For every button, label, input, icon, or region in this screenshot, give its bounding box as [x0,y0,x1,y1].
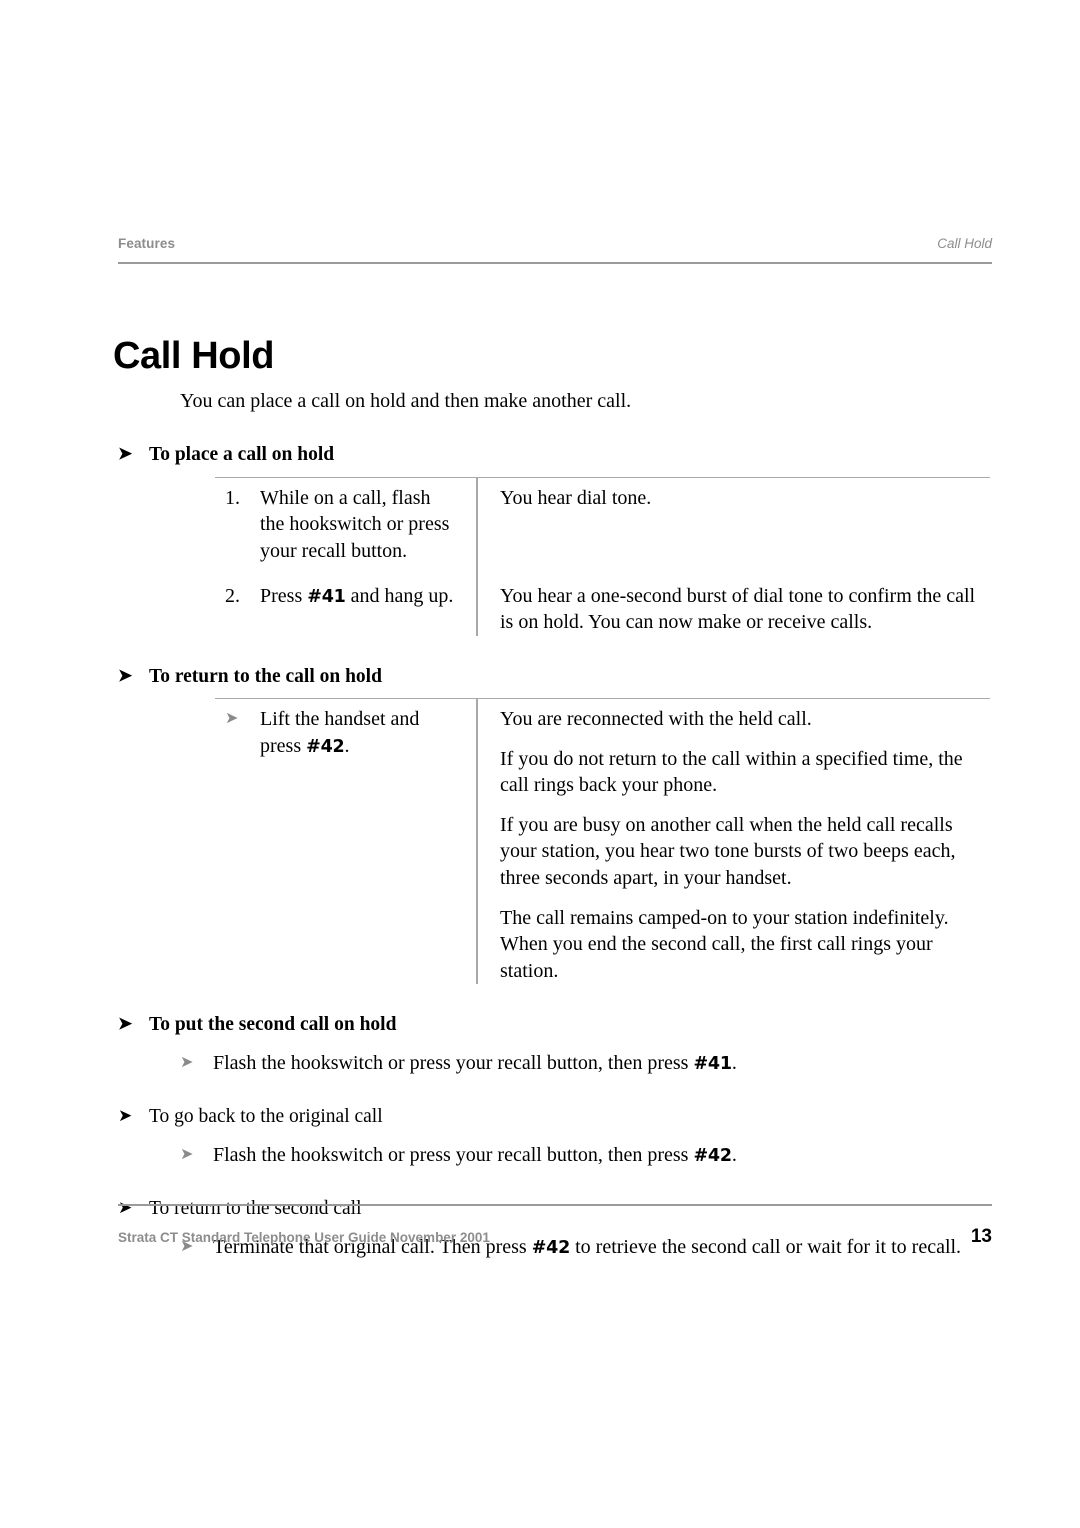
section-heading-place-call-on-hold: ➤ To place a call on hold [118,442,1080,467]
section-heading-label: To return to the second call [149,1198,362,1220]
page-content: You can place a call on hold and then ma… [0,368,1080,1260]
instruction-text: Flash the hookswitch or press your recal… [213,1052,737,1074]
instruction-post: . [731,1143,737,1166]
step-action-text: Lift the handset and press #42. [215,706,456,759]
step-number: 1. [225,486,240,509]
section-heading-label: To place a call on hold [149,444,335,466]
step-number: 2. [225,584,240,607]
footer-rule [118,1204,992,1206]
document-page: Features Call Hold Call Hold You can pla… [0,0,1080,1528]
section-heading-label: To put the second call on hold [149,1014,397,1036]
feature-code: #42 [306,736,345,757]
table-row: 2. Press #41 and hang up. You hear a one… [215,583,990,636]
section-heading-label: To go back to the original call [149,1106,383,1128]
result-paragraph: You hear dial tone. [500,486,652,509]
result-paragraph: If you do not return to the call within … [500,747,963,797]
step-result-cell: You hear a one-second burst of dial tone… [476,583,990,636]
running-header-section: Features [118,236,176,251]
step-action-cell: ➤ Lift the handset and press #42. [215,706,476,759]
result-paragraph: If you are busy on another call when the… [500,813,956,890]
arrow-right-icon: ➤ [180,1053,194,1071]
result-paragraph: The call remains camped-on to your stati… [500,906,949,982]
feature-code: #42 [693,1145,732,1166]
instruction-bullet: ➤ Flash the hookswitch or press your rec… [180,1050,1023,1077]
intro-paragraph: You can place a call on hold and then ma… [180,390,632,412]
section-heading-return-to-call-on-hold: ➤ To return to the call on hold [118,664,1080,689]
arrow-right-icon: ➤ [118,1014,133,1034]
arrow-right-icon: ➤ [118,444,133,464]
arrow-right-icon: ➤ [225,710,239,728]
column-divider [476,477,478,636]
running-header: Features Call Hold [118,236,992,251]
instruction-post: . [731,1051,737,1074]
step-action-text: While on a call, flash the hookswitch or… [215,485,456,565]
instruction-bullet: ➤ Flash the hookswitch or press your rec… [180,1142,1023,1169]
section-heading-put-second-call-on-hold: ➤ To put the second call on hold [118,1012,1080,1037]
footer-document-title: Strata CT Standard Telephone User Guide … [118,1230,490,1245]
table-row: ➤ Lift the handset and press #42. You ar… [215,706,990,984]
arrow-right-icon: ➤ [118,665,133,685]
procedure-table-place-call-on-hold: 1. While on a call, flash the hookswitch… [215,476,990,636]
section-heading-label: To return to the call on hold [149,665,382,687]
section-heading-go-back-to-original-call: ➤ To go back to the original call [118,1104,1080,1129]
feature-code: #41 [307,586,346,607]
step-action-cell: 2. Press #41 and hang up. [215,583,476,610]
table-row: 1. While on a call, flash the hookswitch… [215,485,990,565]
page-number: 13 [970,1226,992,1247]
step-action-cell: 1. While on a call, flash the hookswitch… [215,485,476,565]
step-action-pre: While on a call, flash the hookswitch or… [260,486,450,562]
arrow-right-icon: ➤ [118,1106,133,1126]
procedure-table-return-to-call-on-hold: ➤ Lift the handset and press #42. You ar… [215,698,990,985]
page-footer: Strata CT Standard Telephone User Guide … [118,1226,992,1248]
arrow-right-icon: ➤ [118,1198,133,1218]
step-result-cell: You are reconnected with the held call. … [476,706,990,984]
arrow-right-icon: ➤ [180,1145,194,1163]
result-paragraph: You hear a one-second burst of dial tone… [500,584,976,634]
step-action-text: Press #41 and hang up. [215,583,456,610]
result-paragraph: You are reconnected with the held call. [500,708,812,731]
step-action-post: and hang up. [345,584,454,607]
instruction-text: Flash the hookswitch or press your recal… [213,1144,737,1166]
header-rule [118,262,992,264]
feature-code: #41 [693,1053,732,1074]
instruction-pre: Flash the hookswitch or press your recal… [213,1051,694,1074]
section-heading-return-to-second-call: ➤ To return to the second call [118,1196,1080,1221]
instruction-pre: Flash the hookswitch or press your recal… [213,1143,694,1166]
column-divider [476,699,478,985]
running-header-topic: Call Hold [937,236,992,251]
step-action-pre: Press [260,584,308,607]
step-result-cell: You hear dial tone. [476,485,990,512]
step-action-post: . [344,734,350,757]
